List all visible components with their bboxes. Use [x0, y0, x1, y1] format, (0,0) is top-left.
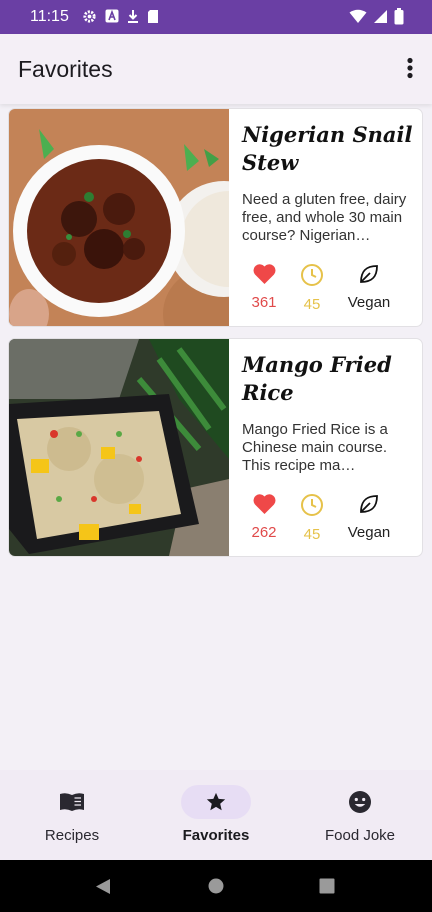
recipe-title: Mango Fried Rice	[242, 352, 392, 405]
recipe-details: Nigerian Snail Stew Need a gluten free, …	[242, 121, 414, 313]
back-icon[interactable]	[95, 878, 111, 895]
recipe-stats: 361 45 Vegan	[242, 263, 414, 313]
text-a-icon	[105, 9, 119, 23]
nav-label-recipes: Recipes	[44, 827, 100, 844]
nav-item-favorites[interactable]: Favorites	[144, 770, 288, 860]
wifi-icon	[349, 9, 367, 23]
nav-label-food-joke: Food Joke	[324, 827, 396, 844]
nav-item-food-joke[interactable]: Food Joke	[288, 770, 432, 860]
heart-icon	[253, 264, 275, 284]
more-vert-icon[interactable]	[406, 57, 414, 79]
favorites-list: Nigerian Snail Stew Need a gluten free, …	[8, 108, 423, 568]
recents-icon[interactable]	[319, 878, 335, 894]
vegan-stat: Vegan	[334, 263, 404, 311]
gear-icon	[83, 10, 96, 23]
time-stat: 45	[284, 263, 340, 313]
vegan-label: Vegan	[347, 294, 391, 311]
home-icon[interactable]	[208, 878, 224, 894]
cook-minutes: 45	[303, 296, 321, 313]
app-bar: Favorites	[0, 34, 432, 104]
clock-icon	[301, 494, 323, 516]
bottom-navigation: Recipes Favorites Food Joke	[0, 770, 432, 860]
recipe-image-mango-rice	[9, 339, 229, 556]
leaf-icon	[360, 495, 378, 513]
recipe-stats: 262 45 Vegan	[242, 493, 414, 543]
recipe-description: Mango Fried Rice is a Chinese main cours…	[242, 421, 388, 474]
page-title: Favorites	[18, 56, 113, 82]
battery-icon	[394, 8, 404, 25]
nav-label-favorites: Favorites	[182, 827, 250, 844]
nav-item-recipes[interactable]: Recipes	[0, 770, 144, 860]
active-indicator	[181, 785, 251, 819]
book-icon	[60, 793, 84, 811]
vegan-label: Vegan	[347, 524, 391, 541]
recipe-title: Nigerian Snail Stew	[242, 122, 413, 175]
sd-card-icon	[148, 10, 158, 23]
status-time: 11:15	[30, 8, 69, 25]
time-stat: 45	[284, 493, 340, 543]
status-bar: 11:15	[0, 0, 432, 34]
download-icon	[128, 10, 138, 23]
leaf-icon	[360, 265, 378, 283]
system-nav-bar	[0, 860, 432, 912]
recipe-description: Need a gluten free, dairy free, and whol…	[242, 191, 407, 244]
recipe-image-snail-stew	[9, 109, 229, 326]
recipe-card[interactable]: Nigerian Snail Stew Need a gluten free, …	[8, 108, 423, 327]
recipe-details: Mango Fried Rice Mango Fried Rice is a C…	[242, 351, 414, 543]
smile-icon	[349, 791, 371, 813]
signal-icon	[374, 10, 387, 23]
clock-icon	[301, 264, 323, 286]
vegan-stat: Vegan	[334, 493, 404, 541]
cook-minutes: 45	[303, 526, 321, 543]
heart-icon	[253, 494, 275, 514]
star-icon	[206, 792, 226, 811]
recipe-card[interactable]: Mango Fried Rice Mango Fried Rice is a C…	[8, 338, 423, 557]
